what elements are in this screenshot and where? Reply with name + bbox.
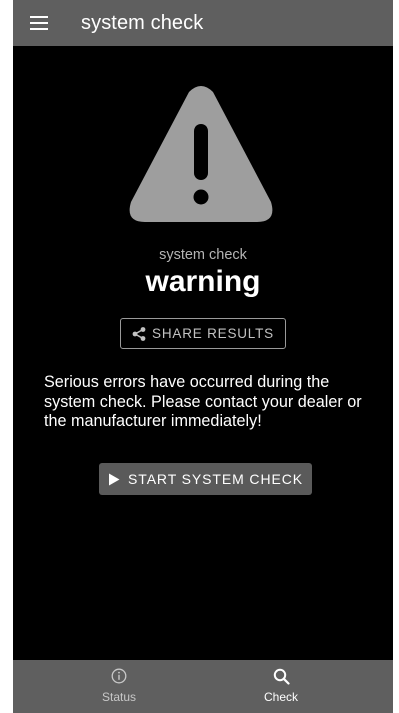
nav-item-status[interactable]: Status — [64, 660, 174, 713]
search-icon — [273, 668, 290, 685]
share-results-button[interactable]: SHARE RESULTS — [120, 318, 286, 349]
app-screen: system check system check warning SHARE … — [13, 0, 393, 713]
play-icon — [109, 473, 120, 485]
nav-label-check: Check — [263, 690, 298, 704]
error-message: Serious errors have occurred during the … — [44, 373, 362, 430]
info-icon — [111, 668, 127, 684]
start-system-check-button[interactable]: START SYSTEM CHECK — [99, 463, 312, 495]
hamburger-menu-icon — [30, 16, 48, 30]
app-bar: system check — [13, 0, 393, 46]
menu-button[interactable] — [13, 0, 65, 46]
share-icon — [132, 326, 146, 341]
status-title: warning — [145, 265, 261, 298]
app-title: system check — [81, 11, 204, 34]
nav-label-status: Status — [101, 690, 137, 704]
status-subtitle: system check — [159, 247, 247, 263]
start-system-check-label: START SYSTEM CHECK — [128, 471, 303, 487]
bottom-navigation: Status Check — [13, 660, 393, 713]
warning-triangle-icon — [129, 86, 273, 222]
share-results-label: SHARE RESULTS — [152, 326, 274, 341]
nav-item-check[interactable]: Check — [226, 660, 336, 713]
